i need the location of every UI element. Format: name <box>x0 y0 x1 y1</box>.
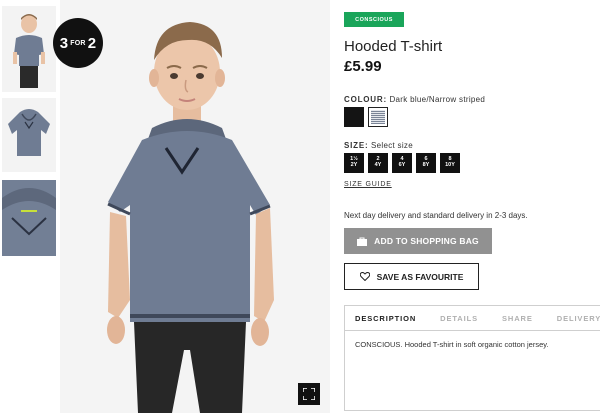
three-for-two-promo-badge: 3 FOR 2 <box>53 18 103 68</box>
size-line2: 2Y <box>350 162 358 168</box>
shirt-flat-thumbnail-image <box>2 98 56 172</box>
promo-for: FOR <box>70 39 86 47</box>
size-placeholder: Select size <box>370 141 413 150</box>
tab-description[interactable]: DESCRIPTION <box>355 314 416 323</box>
size-line2: 10Y <box>445 162 455 168</box>
main-product-image[interactable] <box>60 0 330 413</box>
size-label: SIZE: Select size <box>344 141 413 150</box>
size-button-4-6y[interactable]: 4 6Y <box>392 153 412 173</box>
conscious-tag: CONSCIOUS <box>344 12 404 27</box>
delivery-info: Next day delivery and standard delivery … <box>344 211 528 220</box>
product-price: £5.99 <box>344 58 382 75</box>
colour-label: COLOUR: Dark blue/Narrow striped <box>344 95 485 104</box>
size-line2: 8Y <box>422 162 430 168</box>
child-in-hooded-tshirt-image <box>60 0 330 413</box>
thumbnail-front-view[interactable] <box>2 6 56 92</box>
add-to-bag-label: ADD TO SHOPPING BAG <box>374 236 479 246</box>
colour-swatch-dark-blue-striped[interactable] <box>368 107 388 127</box>
size-button-2-4y[interactable]: 2 4Y <box>368 153 388 173</box>
size-line2: 4Y <box>374 162 382 168</box>
colour-swatch-black[interactable] <box>344 107 364 127</box>
fullscreen-button[interactable] <box>298 383 320 405</box>
save-favourite-label: SAVE AS FAVOURITE <box>376 271 464 282</box>
expand-icon <box>303 388 315 400</box>
shopping-bag-icon <box>357 237 368 246</box>
size-guide-link[interactable]: SIZE GUIDE <box>344 181 392 188</box>
product-details-panel: CONSCIOUS Hooded T-shirt £5.99 COLOUR: D… <box>344 0 600 413</box>
size-line2: 6Y <box>398 162 406 168</box>
size-button-6-8y[interactable]: 6 8Y <box>416 153 436 173</box>
product-title: Hooded T-shirt <box>344 38 443 55</box>
add-to-shopping-bag-button[interactable]: ADD TO SHOPPING BAG <box>344 228 492 254</box>
hood-detail-thumbnail-image <box>2 180 56 256</box>
promo-number-3: 3 <box>59 34 69 52</box>
thumbnail-detail-view[interactable] <box>2 180 56 256</box>
tab-delivery[interactable]: DELIVERY AN <box>557 314 600 323</box>
size-button-8-10y[interactable]: 8 10Y <box>440 153 460 173</box>
colour-label-key: COLOUR: <box>344 95 387 104</box>
size-button-1-5-2y[interactable]: 1½ 2Y <box>344 153 364 173</box>
tab-share[interactable]: SHARE <box>502 314 533 323</box>
promo-number-2: 2 <box>87 34 97 52</box>
heart-icon <box>359 272 370 281</box>
info-tabs: DESCRIPTION DETAILS SHARE DELIVERY AN <box>345 306 600 331</box>
colour-value: Dark blue/Narrow striped <box>389 95 486 104</box>
thumbnail-strip <box>0 0 58 413</box>
info-tabs-panel: DESCRIPTION DETAILS SHARE DELIVERY AN CO… <box>344 305 600 411</box>
product-description-text: CONSCIOUS. Hooded T-shirt in soft organi… <box>355 340 549 349</box>
thumbnail-flat-view[interactable] <box>2 98 56 172</box>
size-options: 1½ 2Y 2 4Y 4 6Y 6 8Y 8 10Y <box>344 153 460 173</box>
child-front-thumbnail-image <box>2 6 56 92</box>
size-label-key: SIZE: <box>344 141 369 150</box>
tab-details[interactable]: DETAILS <box>440 314 478 323</box>
save-as-favourite-button[interactable]: SAVE AS FAVOURITE <box>344 263 479 290</box>
striped-swatch-fill <box>371 110 385 124</box>
